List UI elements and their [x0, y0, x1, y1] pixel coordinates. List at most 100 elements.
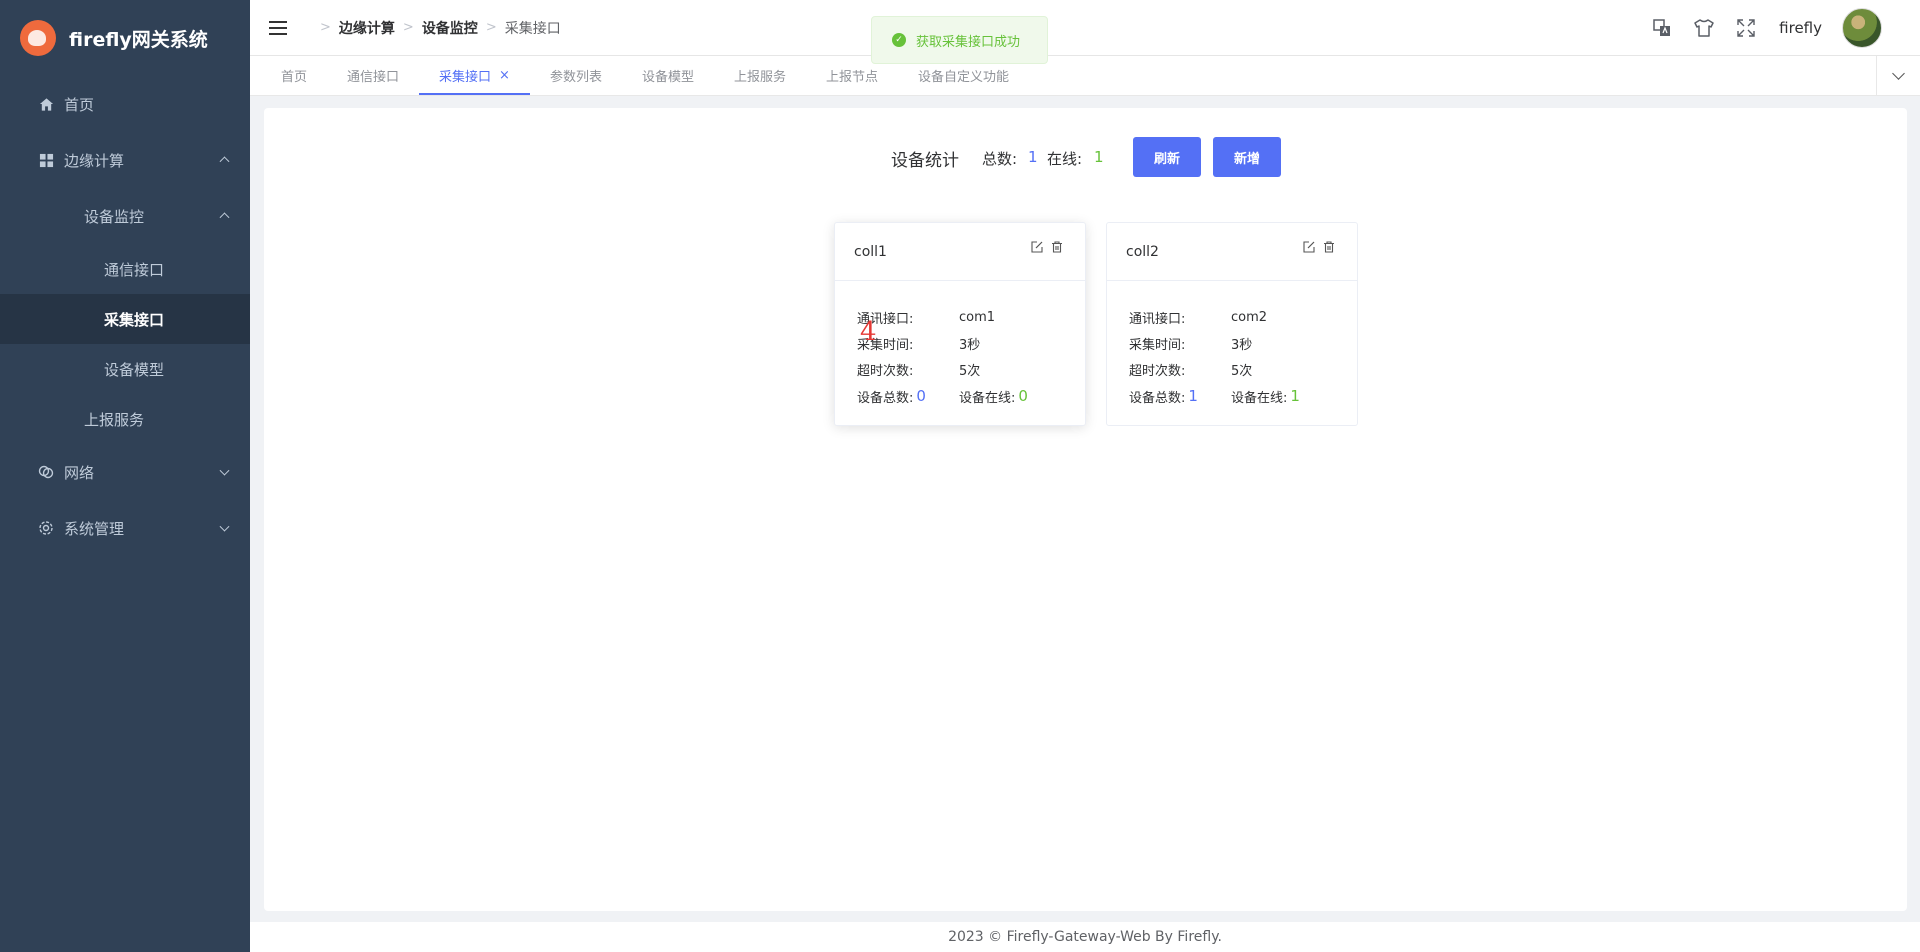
network-icon: [38, 464, 54, 480]
tab-label: 采集接口: [439, 70, 492, 85]
check-circle-icon: ✓: [892, 33, 906, 47]
logo[interactable]: firefly网关系统: [0, 0, 250, 76]
comm-interface-value: com1: [959, 309, 996, 325]
sidebar-item-device-monitor[interactable]: 设备监控: [0, 188, 250, 244]
delete-icon[interactable]: [1323, 241, 1335, 253]
sidebar-item-label: 采集接口: [104, 310, 165, 329]
add-button[interactable]: 新增: [1213, 137, 1281, 177]
sidebar-item-label: 网络: [64, 463, 95, 482]
chevron-down-icon: [1892, 66, 1905, 80]
breadcrumb: > 边缘计算 > 设备监控 > 采集接口: [312, 18, 561, 38]
sidebar-item-label: 设备模型: [104, 360, 165, 379]
breadcrumb-separator-icon: >: [320, 20, 331, 35]
app-title: firefly网关系统: [69, 28, 208, 51]
tab-bar: 首页 通信接口 采集接口 × 参数列表 设备模型 上报服务 上报节点 设备自定义功…: [250, 56, 1920, 96]
sidebar-item-label: 边缘计算: [64, 151, 125, 170]
chevron-down-icon: [219, 521, 230, 532]
field-label: 设备在线:: [958, 390, 1016, 406]
footer: 2023 © Firefly-Gateway-Web By Firefly.: [250, 922, 1920, 952]
device-online-value: 0: [1018, 387, 1028, 405]
fullscreen-icon[interactable]: [1735, 17, 1757, 39]
sidebar-item-system-management[interactable]: 系统管理: [0, 500, 250, 556]
comm-interface-value: com2: [1231, 309, 1268, 325]
sidebar-item-network[interactable]: 网络: [0, 444, 250, 500]
breadcrumb-item[interactable]: 边缘计算: [339, 18, 395, 38]
sidebar-item-collect-interface[interactable]: 采集接口: [0, 294, 250, 344]
card-header: coll2: [1107, 223, 1357, 281]
gear-icon: [38, 520, 54, 536]
firefly-logo-icon: [20, 20, 56, 56]
field-label: 超时次数:: [1129, 363, 1186, 379]
sidebar-item-label: 首页: [64, 95, 95, 114]
tab-report-service[interactable]: 上报服务: [714, 56, 806, 95]
chevron-up-icon: [219, 212, 230, 223]
breadcrumb-separator-icon: >: [485, 20, 497, 35]
hamburger-menu-icon[interactable]: [269, 20, 287, 35]
device-total-value: 0: [916, 387, 926, 405]
edit-icon[interactable]: [1031, 241, 1043, 253]
toast-message: 获取采集接口成功: [916, 34, 1021, 50]
breadcrumb-separator-icon: >: [402, 20, 414, 35]
username[interactable]: firefly: [1779, 19, 1822, 37]
card-header: coll1: [835, 223, 1085, 281]
tab-label: 上报节点: [826, 70, 879, 85]
chevron-down-icon: [219, 465, 230, 476]
field-label: 设备总数:: [1129, 390, 1186, 406]
field-label: 设备总数:: [857, 390, 914, 406]
tab-label: 参数列表: [549, 70, 602, 85]
sidebar-item-home[interactable]: 首页: [0, 76, 250, 132]
tab-home[interactable]: 首页: [261, 56, 327, 95]
tabs-dropdown-button[interactable]: [1876, 56, 1920, 95]
tab-label: 设备自定义功能: [918, 70, 1010, 85]
sidebar-item-device-model[interactable]: 设备模型: [0, 344, 250, 394]
avatar[interactable]: [1842, 8, 1882, 48]
delete-icon[interactable]: [1051, 241, 1063, 253]
tab-param-list[interactable]: 参数列表: [530, 56, 622, 95]
tab-collect-interface[interactable]: 采集接口 ×: [419, 56, 530, 95]
tab-label: 首页: [281, 70, 308, 85]
field-label: 通讯接口:: [1129, 311, 1186, 327]
sidebar-item-label: 通信接口: [104, 260, 165, 279]
sidebar-item-label: 设备监控: [84, 207, 145, 226]
main-panel: 设备统计 总数: 1 在线: 1 刷新 新增 coll1 通讯接口: com1 采…: [264, 108, 1907, 911]
tab-label: 上报服务: [733, 70, 786, 85]
field-label: 设备在线:: [1230, 390, 1288, 406]
breadcrumb-item[interactable]: 设备监控: [422, 18, 478, 38]
translate-icon[interactable]: [1651, 17, 1673, 39]
stats-total-value: 1: [1028, 148, 1038, 166]
sidebar-item-edge-computing[interactable]: 边缘计算: [0, 132, 250, 188]
refresh-button[interactable]: 刷新: [1133, 137, 1201, 177]
timeout-count-value: 5次: [1231, 363, 1253, 379]
annotation-marker: 4: [860, 317, 877, 347]
stats-online-label: 在线:: [1047, 150, 1083, 168]
chevron-up-icon: [219, 156, 230, 167]
sidebar: firefly网关系统 首页 边缘计算 设备监控 通信接口 采集接口 设备模型 …: [0, 0, 250, 952]
success-toast: ✓ 获取采集接口成功: [871, 16, 1048, 64]
sidebar-item-report-service[interactable]: 上报服务: [0, 394, 250, 444]
field-label: 采集时间:: [1129, 337, 1186, 353]
tab-label: 通信接口: [347, 70, 400, 85]
stats-total-label: 总数:: [982, 150, 1018, 168]
theme-shirt-icon[interactable]: [1693, 17, 1715, 39]
close-icon[interactable]: ×: [499, 68, 510, 83]
header-actions: firefly: [1651, 0, 1920, 56]
home-icon: [38, 96, 54, 112]
timeout-count-value: 5次: [959, 363, 981, 379]
card-title: coll1: [854, 243, 887, 260]
tab-comm-interface[interactable]: 通信接口: [327, 56, 419, 95]
collect-time-value: 3秒: [1231, 337, 1253, 353]
collector-card[interactable]: coll2 通讯接口: com2 采集时间: 3秒 超时次数: 5次 设备总数: 1 设…: [1106, 222, 1358, 426]
tab-device-model[interactable]: 设备模型: [622, 56, 714, 95]
device-online-value: 1: [1290, 387, 1300, 405]
edit-icon[interactable]: [1303, 241, 1315, 253]
card-actions: [1031, 241, 1063, 253]
card-body: 通讯接口: com2 采集时间: 3秒 超时次数: 5次 设备总数: 1 设备在线: 1: [1107, 281, 1357, 409]
stats-title: 设备统计: [891, 151, 959, 171]
card-actions: [1303, 241, 1335, 253]
sidebar-item-comm-interface[interactable]: 通信接口: [0, 244, 250, 294]
sidebar-item-label: 上报服务: [84, 410, 145, 429]
breadcrumb-item-current: 采集接口: [504, 20, 561, 37]
field-label: 超时次数:: [857, 363, 914, 379]
tab-label: 设备模型: [641, 70, 694, 85]
sidebar-item-label: 系统管理: [64, 519, 125, 538]
